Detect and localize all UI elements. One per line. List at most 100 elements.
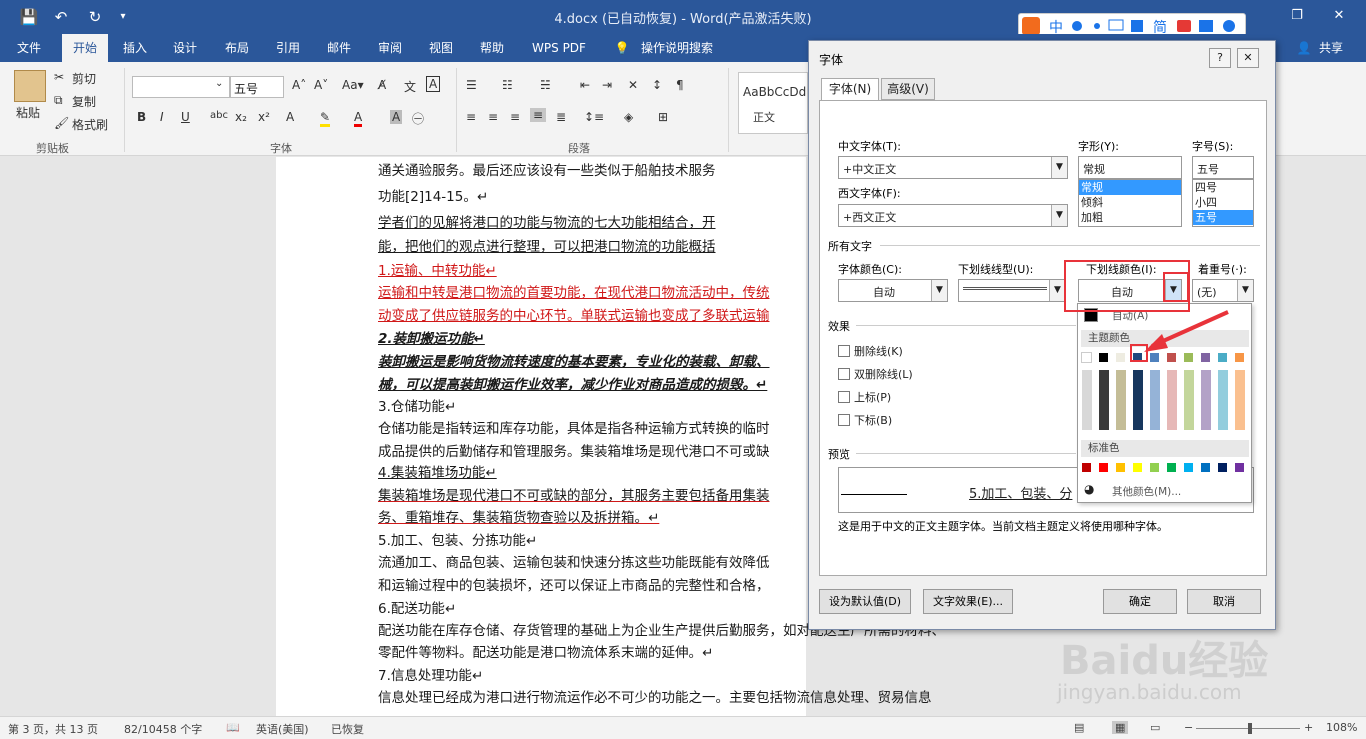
- list-item[interactable]: 小四: [1193, 195, 1253, 210]
- zoom-slider-thumb[interactable]: [1248, 723, 1252, 734]
- help-button[interactable]: ?: [1209, 48, 1231, 68]
- menu-layout[interactable]: 布局: [216, 34, 258, 62]
- show-marks-icon[interactable]: ¶: [676, 78, 684, 92]
- more-colors-option[interactable]: 其他颜色(M)...: [1112, 484, 1181, 499]
- list-item[interactable]: 四号: [1193, 180, 1253, 195]
- color-swatch[interactable]: [1115, 462, 1126, 473]
- list-item[interactable]: 常规: [1079, 180, 1181, 195]
- chevron-down-icon[interactable]: ▼: [1051, 205, 1067, 226]
- tab-advanced[interactable]: 高级(V): [881, 78, 935, 100]
- checkbox-box[interactable]: [838, 368, 850, 380]
- decrease-indent-icon[interactable]: ⇤: [580, 78, 590, 92]
- enclose-char-icon[interactable]: ㊀: [412, 110, 424, 127]
- menu-design[interactable]: 设计: [164, 34, 206, 62]
- color-swatch[interactable]: [1115, 352, 1126, 363]
- list-item[interactable]: 加粗: [1079, 210, 1181, 225]
- color-swatch[interactable]: [1132, 462, 1143, 473]
- shading-icon[interactable]: ◈: [624, 110, 633, 124]
- color-swatch[interactable]: [1234, 462, 1245, 473]
- checkbox-box[interactable]: [838, 391, 850, 403]
- theme-shades-grid[interactable]: [1078, 368, 1253, 438]
- color-swatch[interactable]: [1200, 352, 1211, 363]
- color-swatch[interactable]: [1081, 462, 1092, 473]
- set-default-button[interactable]: 设为默认值(D): [819, 589, 911, 614]
- paste-button[interactable]: 粘贴: [16, 104, 40, 121]
- borders-icon[interactable]: ⊞: [658, 110, 668, 124]
- text-effects-icon[interactable]: A: [286, 110, 294, 124]
- color-swatch[interactable]: [1217, 462, 1228, 473]
- word-count[interactable]: 82/10458 个字: [124, 721, 202, 737]
- cut-button[interactable]: 剪切: [72, 70, 96, 87]
- list-item[interactable]: 倾斜: [1079, 195, 1181, 210]
- size-input[interactable]: 五号: [1192, 156, 1254, 179]
- phonetic-guide-icon[interactable]: 文: [404, 78, 416, 95]
- tell-me-search[interactable]: 操作说明搜索: [636, 34, 718, 62]
- color-swatch[interactable]: [1149, 462, 1160, 473]
- checkbox-box[interactable]: [838, 345, 850, 357]
- char-shading-icon[interactable]: A: [390, 110, 403, 124]
- bold-icon[interactable]: B: [137, 110, 146, 124]
- char-border-icon[interactable]: A: [426, 76, 441, 92]
- color-swatch[interactable]: [1098, 462, 1109, 473]
- copy-icon[interactable]: ⧉: [54, 93, 63, 108]
- italic-icon[interactable]: I: [160, 110, 164, 124]
- zoom-out-icon[interactable]: −: [1184, 721, 1193, 734]
- font-color-icon[interactable]: A: [354, 110, 363, 127]
- cancel-button[interactable]: 取消: [1187, 589, 1261, 614]
- style-input[interactable]: 常规: [1078, 156, 1182, 179]
- superscript-icon[interactable]: x²: [258, 110, 270, 124]
- cut-icon[interactable]: ✂: [54, 70, 64, 84]
- align-right-icon[interactable]: ≡: [510, 110, 520, 124]
- subscript-icon[interactable]: x₂: [235, 110, 247, 124]
- restore-button[interactable]: ❐: [1280, 4, 1314, 28]
- checkbox-box[interactable]: [838, 414, 850, 426]
- color-swatch[interactable]: [1166, 462, 1177, 473]
- underline-style-combo[interactable]: ▼: [958, 279, 1066, 302]
- strikethrough-checkbox[interactable]: 删除线(K): [838, 343, 903, 359]
- sort-icon[interactable]: ↕: [652, 78, 662, 92]
- zoom-in-icon[interactable]: +: [1304, 721, 1313, 734]
- chevron-down-icon[interactable]: ▼: [1237, 280, 1253, 301]
- menu-view[interactable]: 视图: [420, 34, 462, 62]
- align-center-icon[interactable]: ≡: [488, 110, 498, 124]
- close-button[interactable]: ✕: [1322, 4, 1356, 28]
- multilevel-list-icon[interactable]: ☵: [540, 78, 551, 92]
- web-layout-icon[interactable]: ▭: [1150, 721, 1160, 734]
- menu-help[interactable]: 帮助: [471, 34, 513, 62]
- tab-font[interactable]: 字体(N): [821, 78, 879, 101]
- format-painter-button[interactable]: 格式刷: [72, 116, 108, 133]
- document-page[interactable]: 通关通验服务。最后还应该设有一些类似于船舶技术服务 功能[2]14-15。↵ 学…: [276, 157, 945, 716]
- color-swatch[interactable]: [1183, 352, 1194, 363]
- copy-button[interactable]: 复制: [72, 93, 96, 110]
- highlight-icon[interactable]: ✎: [320, 110, 331, 127]
- distribute-icon[interactable]: ≣: [556, 110, 566, 124]
- subscript-checkbox[interactable]: 下标(B): [838, 412, 892, 428]
- shrink-font-icon[interactable]: A˅: [314, 78, 328, 92]
- chinese-layout-icon[interactable]: ✕: [628, 78, 638, 92]
- strikethrough-icon[interactable]: abc: [210, 110, 228, 121]
- read-mode-icon[interactable]: ▤: [1074, 721, 1084, 734]
- chevron-down-icon[interactable]: ⌄: [215, 78, 223, 89]
- bullets-icon[interactable]: ☰: [466, 78, 477, 92]
- color-swatch[interactable]: [1183, 462, 1194, 473]
- menu-wps-pdf[interactable]: WPS PDF: [524, 34, 594, 62]
- align-left-icon[interactable]: ≡: [466, 110, 476, 124]
- page-count[interactable]: 第 3 页，共 13 页: [8, 721, 98, 737]
- dialog-close-button[interactable]: ✕: [1237, 48, 1259, 68]
- style-normal-tile[interactable]: AaBbCcDd 正文: [738, 72, 808, 134]
- change-case-icon[interactable]: Aa▾: [342, 78, 364, 92]
- menu-mailings[interactable]: 邮件: [318, 34, 360, 62]
- increase-indent-icon[interactable]: ⇥: [602, 78, 612, 92]
- color-swatch[interactable]: [1149, 352, 1160, 363]
- grow-font-icon[interactable]: A˄: [292, 78, 306, 92]
- justify-icon[interactable]: ≡: [530, 108, 547, 122]
- emphasis-combo[interactable]: (无) ▼: [1192, 279, 1254, 302]
- list-item[interactable]: 五号: [1193, 210, 1253, 225]
- zoom-level[interactable]: 108%: [1326, 721, 1357, 734]
- underline-color-palette[interactable]: 自动(A) 主题颜色 标准色 ◕ 其他颜色(M)...: [1077, 303, 1252, 503]
- paste-icon[interactable]: [14, 70, 46, 102]
- format-painter-icon[interactable]: 🖌: [54, 116, 69, 130]
- chevron-down-icon[interactable]: ▼: [931, 280, 947, 301]
- text-effects-button[interactable]: 文字效果(E)...: [923, 589, 1013, 614]
- color-swatch[interactable]: [1081, 352, 1092, 363]
